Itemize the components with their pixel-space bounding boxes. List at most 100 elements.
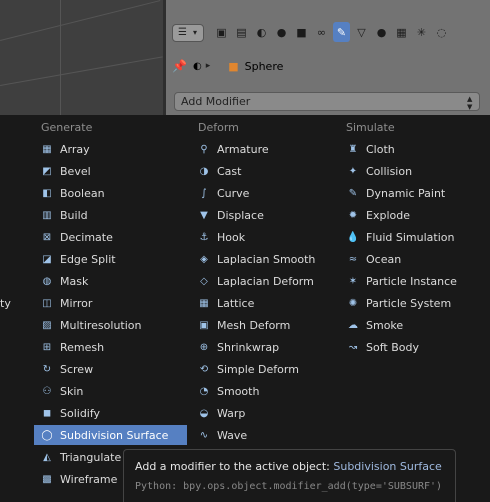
menu-item-multiresolution[interactable]: ▨ Multiresolution	[34, 315, 187, 335]
menu-item-simple-deform[interactable]: ⟲ Simple Deform	[191, 359, 331, 379]
dropdown-arrows-icon: ▲▼	[467, 95, 473, 111]
menu-item-ocean[interactable]: ≈ Ocean	[340, 249, 480, 269]
menu-item-dynamic-paint[interactable]: ✎ Dynamic Paint	[340, 183, 480, 203]
laplacian-smooth-icon: ◈	[200, 253, 208, 265]
menu-item-mask[interactable]: ◍ Mask	[34, 271, 187, 291]
world-icon[interactable]: ●	[273, 22, 290, 42]
tooltip: Add a modifier to the active object: Sub…	[123, 449, 456, 502]
menu-item-laplacian-deform[interactable]: ◇ Laplacian Deform	[191, 271, 331, 291]
menu-item-label: Subdivision Surface	[60, 428, 169, 442]
menu-item-edge-split[interactable]: ◪ Edge Split	[34, 249, 187, 269]
mesh-deform-icon: ▣	[199, 319, 209, 331]
menu-item-label: Solidify	[60, 406, 101, 420]
menu-item-label: Wireframe	[60, 472, 118, 486]
render-layers-icon[interactable]: ▤	[233, 22, 250, 42]
add-modifier-label: Add Modifier	[181, 95, 251, 108]
menu-item-collision[interactable]: ✦ Collision	[340, 161, 480, 181]
render-icon[interactable]: ▣	[213, 22, 230, 42]
menu-item-soft-body[interactable]: ↝ Soft Body	[340, 337, 480, 357]
menu-item-decimate[interactable]: ⊠ Decimate	[34, 227, 187, 247]
multires-icon: ▨	[42, 319, 52, 331]
menu-item-mirror[interactable]: ◫ Mirror	[34, 293, 187, 313]
pin-icon[interactable]: 📌	[172, 59, 187, 73]
object-icon[interactable]: ■	[293, 22, 310, 42]
menu-item-smoke[interactable]: ☁ Smoke	[340, 315, 480, 335]
menu-item-label: Build	[60, 208, 88, 222]
generate-heading: Generate	[41, 121, 93, 134]
menu-item-armature[interactable]: ⚲ Armature	[191, 139, 331, 159]
menu-item-label: Bevel	[60, 164, 91, 178]
add-modifier-menu: ty Generate Deform Simulate ▦ Array ◩ Bevel…	[0, 115, 490, 502]
menu-item-mesh-deform[interactable]: ▣ Mesh Deform	[191, 315, 331, 335]
texture-icon[interactable]: ▦	[393, 22, 410, 42]
curve-icon: ∫	[201, 187, 207, 199]
menu-item-label: Skin	[60, 384, 84, 398]
grid-line	[0, 0, 161, 41]
menu-item-label: Soft Body	[366, 340, 419, 354]
menu-item-label: Shrinkwrap	[217, 340, 280, 354]
menu-item-displace[interactable]: ▼ Displace	[191, 205, 331, 225]
data-icon[interactable]: ▽	[353, 22, 370, 42]
cast-icon: ◑	[199, 165, 209, 177]
scene-icon[interactable]: ◐	[253, 22, 270, 42]
menu-item-screw[interactable]: ↻ Screw	[34, 359, 187, 379]
menu-item-label: Collision	[366, 164, 413, 178]
physics-icon[interactable]: ◌	[433, 22, 450, 42]
menu-item-boolean[interactable]: ◧ Boolean	[34, 183, 187, 203]
menu-item-label: Laplacian Deform	[217, 274, 314, 288]
particle-system-icon: ✺	[348, 297, 358, 309]
menu-item-hook[interactable]: ⚓ Hook	[191, 227, 331, 247]
tooltip-value: Subdivision Surface	[333, 460, 442, 473]
menu-item-label: Hook	[217, 230, 246, 244]
menu-item-array[interactable]: ▦ Array	[34, 139, 187, 159]
menu-item-wave[interactable]: ∿ Wave	[191, 425, 331, 445]
menu-item-label: Dynamic Paint	[366, 186, 446, 200]
menu-item-label: Cloth	[366, 142, 395, 156]
particle-instance-icon: ✶	[348, 275, 358, 287]
menu-item-label: Particle System	[366, 296, 452, 310]
menu-item-bevel[interactable]: ◩ Bevel	[34, 161, 187, 181]
menu-item-curve[interactable]: ∫ Curve	[191, 183, 331, 203]
object-cube-icon: ■	[228, 59, 239, 73]
menu-item-smooth[interactable]: ◔ Smooth	[191, 381, 331, 401]
subsurf-icon: ◯	[41, 429, 53, 441]
menu-item-label: Armature	[217, 142, 269, 156]
menu-item-label: Cast	[217, 164, 242, 178]
menu-item-lattice[interactable]: ▦ Lattice	[191, 293, 331, 313]
add-modifier-dropdown[interactable]: Add Modifier ▲▼	[174, 92, 480, 111]
menu-item-solidify[interactable]: ◼ Solidify	[34, 403, 187, 423]
menu-item-label: Multiresolution	[60, 318, 142, 332]
simulate-heading: Simulate	[346, 121, 395, 134]
area-divider[interactable]	[163, 0, 166, 115]
menu-item-label: Fluid Simulation	[366, 230, 455, 244]
menu-item-label: Displace	[217, 208, 264, 222]
menu-item-shrinkwrap[interactable]: ⊕ Shrinkwrap	[191, 337, 331, 357]
menu-item-explode[interactable]: ✹ Explode	[340, 205, 480, 225]
left-edge-text: ty	[0, 297, 11, 310]
3d-viewport[interactable]	[0, 0, 165, 115]
menu-item-build[interactable]: ▥ Build	[34, 205, 187, 225]
menu-item-label: Mesh Deform	[217, 318, 291, 332]
menu-item-fluid-simulation[interactable]: 💧 Fluid Simulation	[340, 227, 480, 247]
menu-item-label: Wave	[217, 428, 248, 442]
menu-item-subdivision-surface[interactable]: ◯ Subdivision Surface	[34, 425, 187, 445]
chevron-down-icon: ▾	[193, 28, 198, 37]
menu-item-remesh[interactable]: ⊞ Remesh	[34, 337, 187, 357]
material-icon[interactable]: ●	[373, 22, 390, 42]
menu-item-laplacian-smooth[interactable]: ◈ Laplacian Smooth	[191, 249, 331, 269]
menu-item-particle-system[interactable]: ✺ Particle System	[340, 293, 480, 313]
constraints-icon[interactable]: ∞	[313, 22, 330, 42]
menu-item-particle-instance[interactable]: ✶ Particle Instance	[340, 271, 480, 291]
menu-item-cast[interactable]: ◑ Cast	[191, 161, 331, 181]
menu-item-skin[interactable]: ⚇ Skin	[34, 381, 187, 401]
menu-item-warp[interactable]: ◒ Warp	[191, 403, 331, 423]
wireframe-icon: ▩	[42, 473, 52, 485]
menu-item-label: Mask	[60, 274, 89, 288]
editor-type-button[interactable]: ☰ ▾	[172, 24, 204, 42]
explode-icon: ✹	[348, 209, 358, 221]
modifiers-wrench-icon[interactable]: ✎	[333, 22, 350, 42]
bevel-icon: ◩	[42, 165, 52, 177]
particles-icon[interactable]: ✳	[413, 22, 430, 42]
menu-item-cloth[interactable]: ♜ Cloth	[340, 139, 480, 159]
warp-icon: ◒	[199, 407, 209, 419]
